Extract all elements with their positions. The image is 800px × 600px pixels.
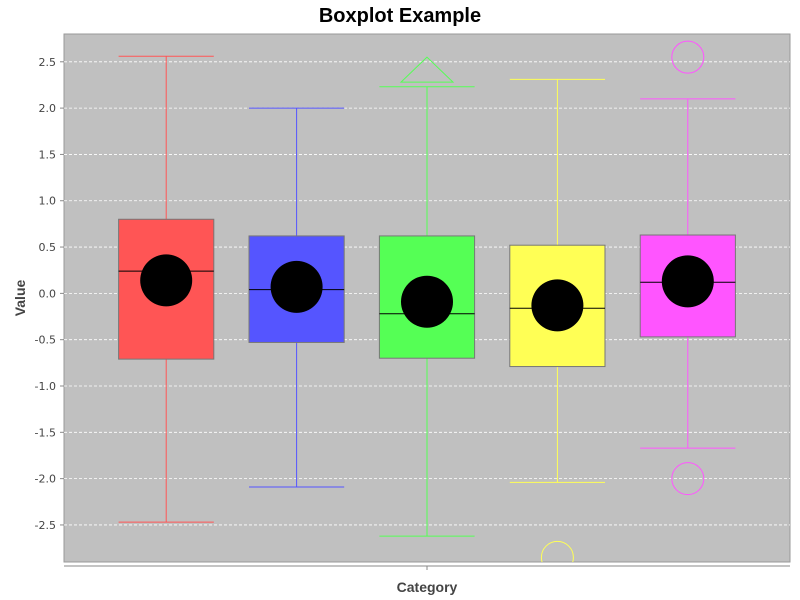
x-axis	[64, 565, 790, 570]
chart-canvas: Boxplot Example -2.5 -2.0 -1.5 -1.0 -0.5 0.0 0…	[12, 5, 791, 595]
y-tick-label: -0.5	[35, 334, 56, 347]
boxplot-chart: Boxplot Example -2.5 -2.0 -1.5 -1.0 -0.5 0.0 0…	[0, 0, 800, 600]
mean-marker	[531, 279, 584, 332]
y-tick-label: -1.5	[35, 426, 56, 439]
mean-marker	[661, 255, 714, 308]
y-axis-label: Value	[12, 280, 28, 317]
mean-marker	[140, 254, 193, 307]
y-tick-label: 1.0	[39, 195, 57, 208]
y-tick-label: -2.0	[35, 473, 56, 486]
x-axis-label: Category	[397, 579, 458, 595]
y-tick-label: 2.5	[39, 56, 57, 69]
y-tick-label: 0.0	[39, 287, 57, 300]
y-tick-label: 2.0	[39, 102, 57, 115]
mean-marker	[401, 275, 453, 328]
y-tick-label: 0.5	[39, 241, 57, 254]
mean-marker	[270, 260, 323, 313]
y-axis: -2.5 -2.0 -1.5 -1.0 -0.5 0.0 0.5 1.0 1.5 2.0 2.5	[35, 56, 64, 532]
y-tick-label: -1.0	[35, 380, 56, 393]
y-tick-label: 1.5	[39, 148, 57, 161]
y-tick-label: -2.5	[35, 519, 56, 532]
chart-title: Boxplot Example	[319, 5, 481, 27]
